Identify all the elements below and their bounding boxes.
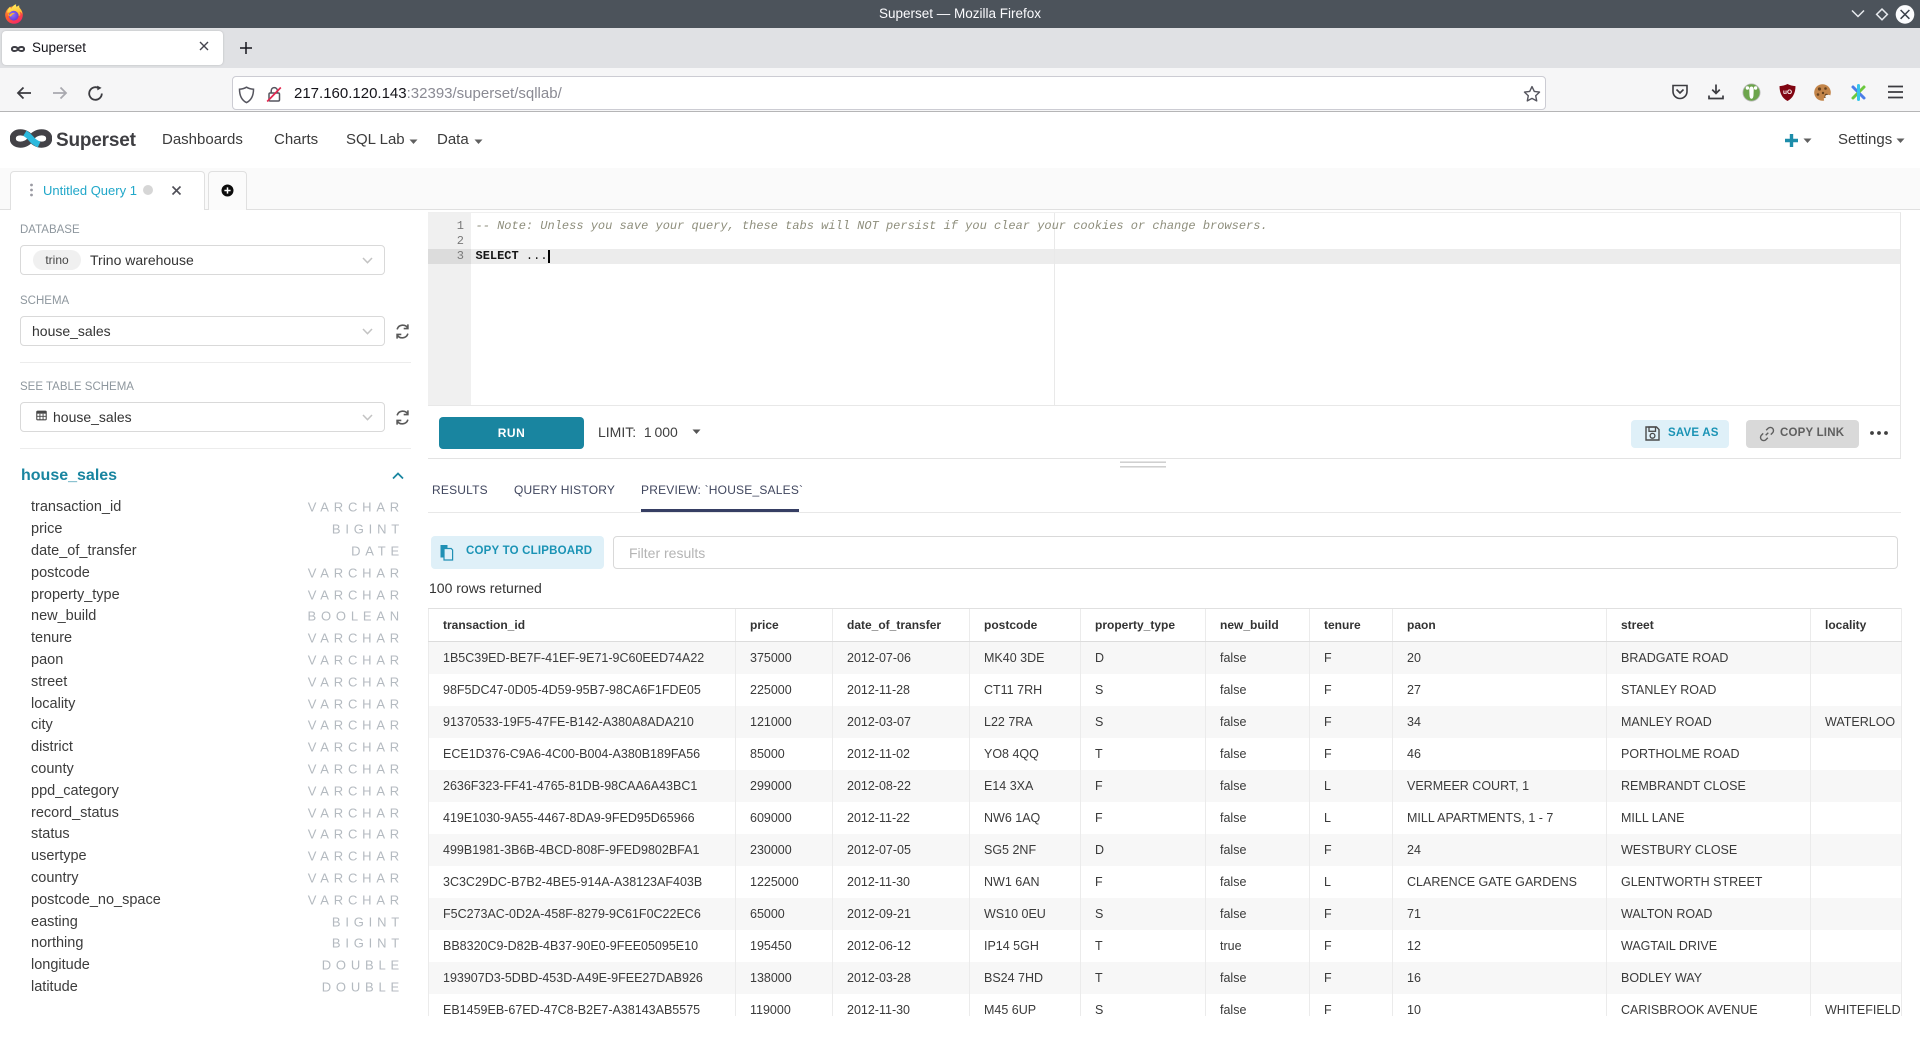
svg-text:uO: uO [1783, 89, 1792, 96]
